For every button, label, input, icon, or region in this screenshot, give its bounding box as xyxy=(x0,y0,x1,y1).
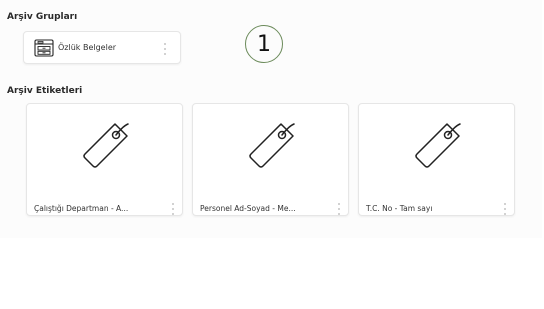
step-marker: 1 xyxy=(245,25,283,63)
tag-icon xyxy=(415,123,461,168)
archive-groups-title: Arşiv Grupları xyxy=(7,12,78,22)
archive-tag-card[interactable]: T.C. No - Tam sayı xyxy=(358,103,515,216)
archive-tag-label: T.C. No - Tam sayı xyxy=(366,204,433,213)
archive-tag-label: Çalıştığı Departman - A... xyxy=(34,204,129,213)
archive-group-label: Özlük Belgeler xyxy=(58,43,117,52)
archive-page: Arşiv Grupları Özlük Belgeler 1 Arşiv Et… xyxy=(0,0,544,309)
archive-tags-title: Arşiv Etiketleri xyxy=(7,86,83,96)
archive-group-card[interactable]: Özlük Belgeler xyxy=(23,31,181,64)
archive-tag-card[interactable]: Personel Ad-Soyad - Me... xyxy=(192,103,349,216)
more-options-icon[interactable] xyxy=(337,203,341,215)
tag-icon xyxy=(249,123,295,168)
archive-tag-card[interactable]: Çalıştığı Departman - A... xyxy=(26,103,183,216)
folder-cabinet-icon xyxy=(34,39,54,57)
more-options-icon[interactable] xyxy=(163,43,167,55)
more-options-icon[interactable] xyxy=(503,203,507,215)
more-options-icon[interactable] xyxy=(171,203,175,215)
tag-icon xyxy=(83,123,129,168)
archive-tag-label: Personel Ad-Soyad - Me... xyxy=(200,204,296,213)
